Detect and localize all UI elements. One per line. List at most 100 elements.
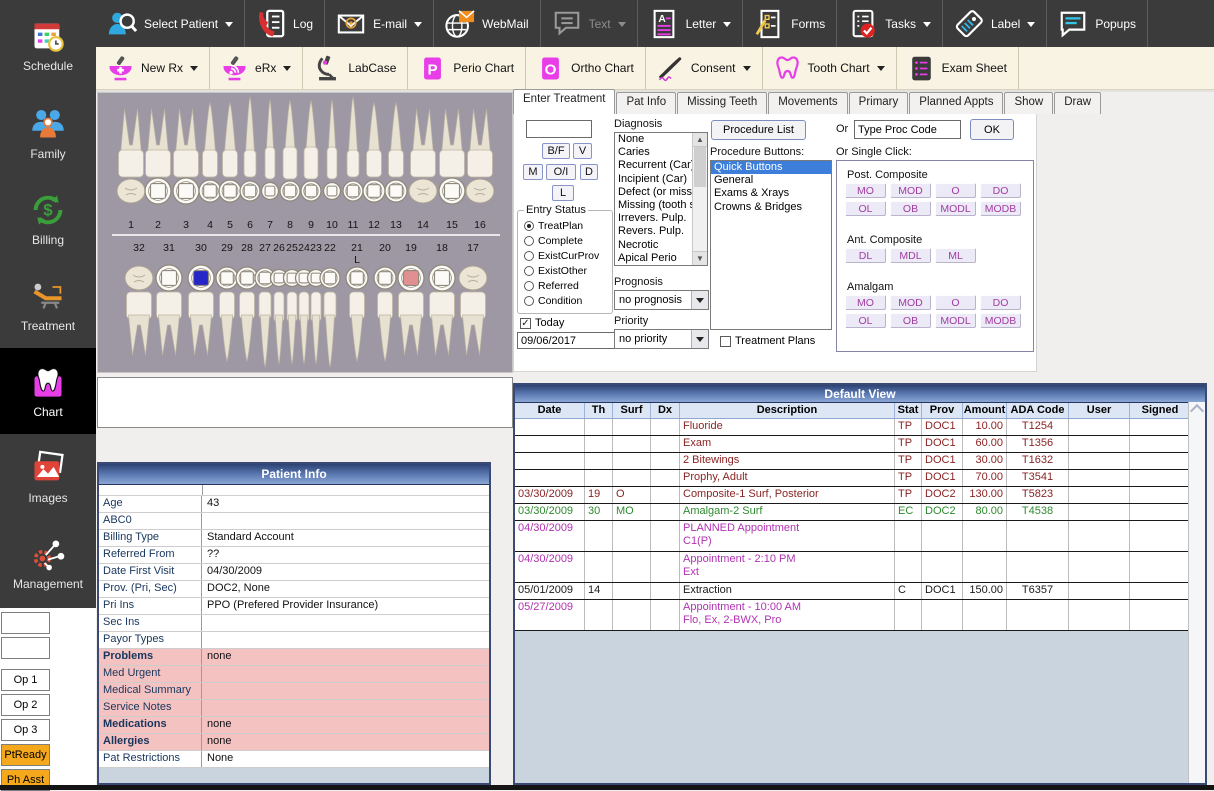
- quick-button-ant-composite-dl[interactable]: DL: [845, 248, 886, 263]
- diagnosis-item[interactable]: Necrotic: [615, 239, 693, 252]
- forms-button[interactable]: Forms: [743, 0, 837, 47]
- popups-button[interactable]: Popups: [1047, 0, 1148, 47]
- procedure-row[interactable]: 04/30/2009PLANNED AppointmentC1(P): [515, 521, 1205, 552]
- patient-info-row-pat-restrictions[interactable]: Pat RestrictionsNone: [99, 751, 489, 768]
- quick-button-amalgam-ol[interactable]: OL: [845, 313, 886, 328]
- letter-button[interactable]: ALetter: [638, 0, 744, 47]
- label-button[interactable]: Label: [943, 0, 1047, 47]
- tooth-chart-graphic[interactable]: 1234567891011121314151632313029282726252…: [97, 92, 513, 373]
- chevron-down-icon[interactable]: [877, 66, 885, 75]
- patient-info-row-service-notes[interactable]: Service Notes: [99, 700, 489, 717]
- entry-status-radio-complete[interactable]: Complete: [524, 233, 612, 248]
- quick-button-post-composite-ol[interactable]: OL: [845, 201, 886, 216]
- tab-pat-info[interactable]: Pat Info: [616, 92, 676, 114]
- procedure-row[interactable]: 2 BitewingsTPDOC130.00T1632: [515, 453, 1205, 470]
- radio-icon[interactable]: [524, 251, 534, 261]
- quick-button-ant-composite-ml[interactable]: ML: [935, 248, 976, 263]
- entry-status-radio-existother[interactable]: ExistOther: [524, 263, 612, 278]
- patient-info-row-problems[interactable]: Problemsnone: [99, 649, 489, 666]
- ok-button[interactable]: OK: [970, 119, 1014, 140]
- perio-chart-button[interactable]: PPerio Chart: [408, 47, 526, 89]
- select-patient-button[interactable]: Select Patient: [96, 0, 245, 47]
- quick-button-ant-composite-mdl[interactable]: MDL: [890, 248, 931, 263]
- chevron-down-icon[interactable]: [225, 22, 233, 31]
- patient-info-row-payor-types[interactable]: Payor Types: [99, 632, 489, 649]
- tab-enter-treatment[interactable]: Enter Treatment: [513, 89, 615, 114]
- progress-notes-scrollbar[interactable]: [1188, 402, 1205, 783]
- chevron-down-icon[interactable]: [723, 22, 731, 31]
- surface-l-button[interactable]: L: [552, 185, 574, 201]
- quick-button-post-composite-modl[interactable]: MODL: [935, 201, 976, 216]
- prognosis-select[interactable]: no prognosis: [614, 290, 709, 310]
- labcase-button[interactable]: LabCase: [303, 47, 408, 89]
- radio-icon[interactable]: [524, 281, 534, 291]
- patient-info-row-med-urgent[interactable]: Med Urgent: [99, 666, 489, 683]
- tab-draw[interactable]: Draw: [1054, 92, 1101, 114]
- radio-icon[interactable]: [524, 236, 534, 246]
- sidebar-item-schedule[interactable]: Schedule: [0, 0, 96, 90]
- type-proc-code-input[interactable]: [854, 120, 961, 139]
- entry-status-radio-treatplan[interactable]: TreatPlan: [524, 218, 612, 233]
- treatment-plans-checkbox[interactable]: Treatment Plans: [720, 335, 815, 347]
- column-header-prov[interactable]: Prov: [922, 403, 963, 418]
- quick-button-amalgam-o[interactable]: O: [935, 295, 976, 310]
- op-button-op-2[interactable]: Op 2: [1, 694, 50, 716]
- procedure-row[interactable]: 03/30/200930MOAmalgam-2 SurfECDOC280.00T…: [515, 504, 1205, 521]
- diagnosis-item[interactable]: None: [615, 133, 693, 146]
- sidebar-item-treatment[interactable]: Treatment: [0, 262, 96, 348]
- procedure-row[interactable]: 05/27/2009Appointment - 10:00 AMFlo, Ex,…: [515, 600, 1205, 631]
- quick-button-amalgam-do[interactable]: DO: [980, 295, 1021, 310]
- entry-status-radio-referred[interactable]: Referred: [524, 278, 612, 293]
- webmail-button[interactable]: WebMail: [434, 0, 540, 47]
- column-header-amount[interactable]: Amount: [963, 403, 1007, 418]
- patient-info-row-billing-type[interactable]: Billing TypeStandard Account: [99, 530, 489, 547]
- e-mail-button[interactable]: E-mail: [325, 0, 434, 47]
- sidebar-item-family[interactable]: Family: [0, 90, 96, 176]
- chevron-down-icon[interactable]: [190, 66, 198, 75]
- surface-bf-button[interactable]: B/F: [542, 143, 570, 159]
- diagnosis-listbox[interactable]: NoneCariesRecurrent (Car)Incipient (Car)…: [614, 132, 708, 266]
- op-button-ptready[interactable]: PtReady: [1, 744, 50, 766]
- tooth-chart-svg[interactable]: 1234567891011121314151632313029282726252…: [98, 93, 512, 372]
- tab-primary[interactable]: Primary: [849, 92, 909, 114]
- patient-info-row-medical-summary[interactable]: Medical Summary: [99, 683, 489, 700]
- quick-button-post-composite-o[interactable]: O: [935, 183, 976, 198]
- patient-info-row-referred-from[interactable]: Referred From??: [99, 547, 489, 564]
- priority-select[interactable]: no priority: [614, 329, 709, 349]
- column-header-ada-code[interactable]: ADA Code: [1007, 403, 1069, 418]
- log-button[interactable]: Log: [245, 0, 325, 47]
- treatment-plans-checkbox-box[interactable]: [720, 336, 731, 347]
- sidebar-item-management[interactable]: Management: [0, 520, 96, 606]
- diagnosis-scrollbar[interactable]: ▲ ▼: [692, 133, 707, 265]
- quick-button-post-composite-modb[interactable]: MODB: [980, 201, 1021, 216]
- quick-button-amalgam-mo[interactable]: MO: [845, 295, 886, 310]
- patient-info-row-medications[interactable]: Medicationsnone: [99, 717, 489, 734]
- patient-info-row-date-first-visit[interactable]: Date First Visit04/30/2009: [99, 564, 489, 581]
- procedure-row[interactable]: 04/30/2009Appointment - 2:10 PMExt: [515, 552, 1205, 583]
- radio-icon[interactable]: [524, 221, 534, 231]
- quick-button-post-composite-ob[interactable]: OB: [890, 201, 931, 216]
- column-header-surf[interactable]: Surf: [613, 403, 651, 418]
- chevron-down-icon[interactable]: [743, 66, 751, 75]
- chevron-down-icon[interactable]: [691, 330, 708, 348]
- tab-movements[interactable]: Movements: [768, 92, 847, 114]
- surface-oi-button[interactable]: O/I: [546, 164, 576, 180]
- tab-missing-teeth[interactable]: Missing Teeth: [677, 92, 767, 114]
- diagnosis-item[interactable]: Revers. Pulp.: [615, 225, 693, 238]
- diagnosis-item[interactable]: Missing (tooth s: [615, 199, 693, 212]
- scroll-thumb[interactable]: [694, 147, 706, 187]
- today-checkbox[interactable]: ✓ Today: [520, 317, 564, 329]
- radio-icon[interactable]: [524, 296, 534, 306]
- procedure-list-button[interactable]: Procedure List: [711, 120, 806, 140]
- scroll-up-icon[interactable]: [1190, 404, 1204, 418]
- consent-button[interactable]: Consent: [646, 47, 763, 89]
- chart-notes-box[interactable]: [97, 377, 513, 428]
- procedure-buttons-listbox[interactable]: Quick ButtonsGeneralExams & XraysCrowns …: [710, 160, 832, 330]
- procedure-row[interactable]: 05/01/200914ExtractionCDOC1150.00T6357: [515, 583, 1205, 600]
- procedure-row[interactable]: 03/30/200919OComposite-1 Surf, Posterior…: [515, 487, 1205, 504]
- patient-info-row-prov-pri-sec-[interactable]: Prov. (Pri, Sec)DOC2, None: [99, 581, 489, 598]
- procedure-row[interactable]: ExamTPDOC160.00T1356: [515, 436, 1205, 453]
- column-header-date[interactable]: Date: [515, 403, 585, 418]
- scroll-down-arrow[interactable]: ▼: [693, 251, 707, 265]
- patient-info-row-sec-ins[interactable]: Sec Ins: [99, 615, 489, 632]
